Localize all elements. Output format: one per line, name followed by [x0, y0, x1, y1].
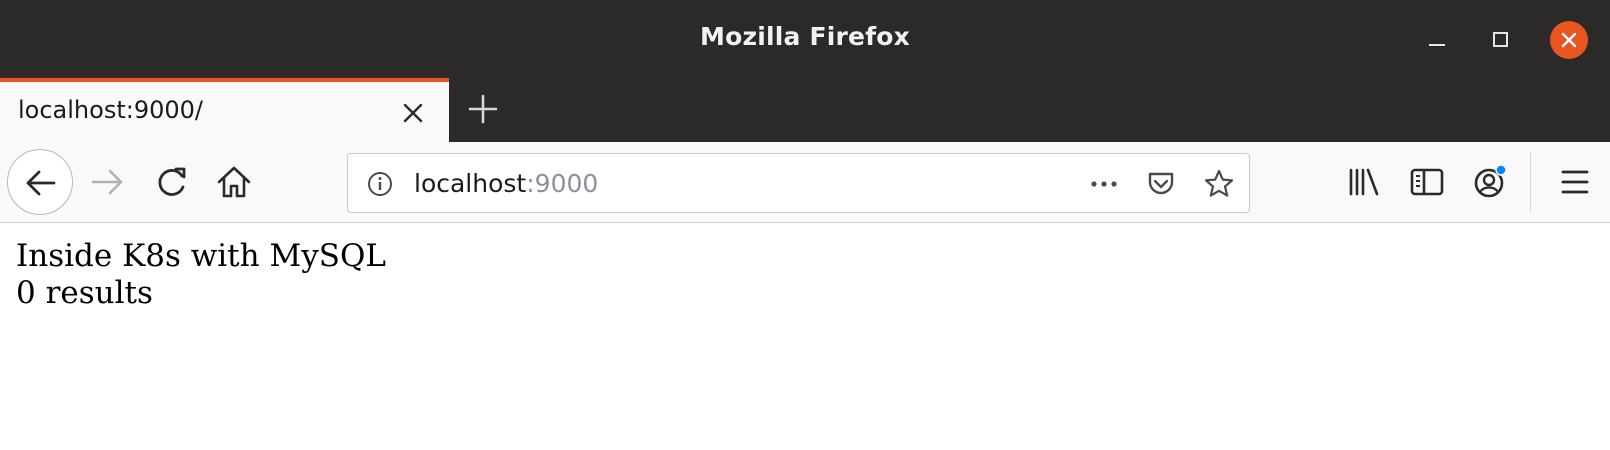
tab-title: localhost:9000/	[18, 96, 203, 124]
reload-icon[interactable]	[152, 162, 192, 202]
new-tab-icon[interactable]	[466, 92, 500, 126]
url-port: :9000	[526, 169, 599, 198]
pocket-icon[interactable]	[1145, 168, 1177, 200]
more-dots-icon[interactable]	[1088, 168, 1120, 200]
page-content: Inside K8s with MySQL 0 results	[0, 224, 1610, 450]
sidebar-icon[interactable]	[1407, 162, 1447, 202]
maximize-icon	[1493, 32, 1508, 47]
tab-localhost[interactable]: localhost:9000/	[0, 78, 449, 142]
home-icon[interactable]	[214, 162, 254, 202]
close-button[interactable]	[1550, 21, 1588, 59]
star-icon[interactable]	[1203, 168, 1235, 200]
back-arrow-icon	[26, 170, 56, 196]
url-text[interactable]: localhost:9000	[414, 169, 598, 198]
navigation-toolbar: localhost:9000	[0, 142, 1610, 223]
hamburger-menu-icon[interactable]	[1555, 162, 1595, 202]
url-host: localhost	[414, 169, 527, 198]
title-bar: Mozilla Firefox	[0, 0, 1610, 78]
tab-strip: localhost:9000/	[0, 78, 1610, 142]
minimize-icon	[1429, 44, 1445, 46]
close-icon	[1561, 32, 1577, 48]
account-icon[interactable]	[1470, 162, 1510, 202]
forward-arrow-icon[interactable]	[88, 162, 128, 202]
toolbar-separator	[1530, 152, 1531, 212]
tab-close-icon[interactable]	[400, 100, 426, 126]
maximize-button[interactable]	[1483, 22, 1519, 58]
url-bar[interactable]: localhost:9000	[347, 153, 1250, 213]
minimize-button[interactable]	[1420, 22, 1456, 58]
back-button[interactable]	[7, 149, 73, 215]
page-heading-text: Inside K8s with MySQL	[16, 238, 386, 274]
results-text: 0 results	[16, 275, 153, 311]
library-icon[interactable]	[1344, 162, 1384, 202]
info-icon[interactable]	[366, 170, 394, 198]
window-title: Mozilla Firefox	[700, 22, 910, 51]
